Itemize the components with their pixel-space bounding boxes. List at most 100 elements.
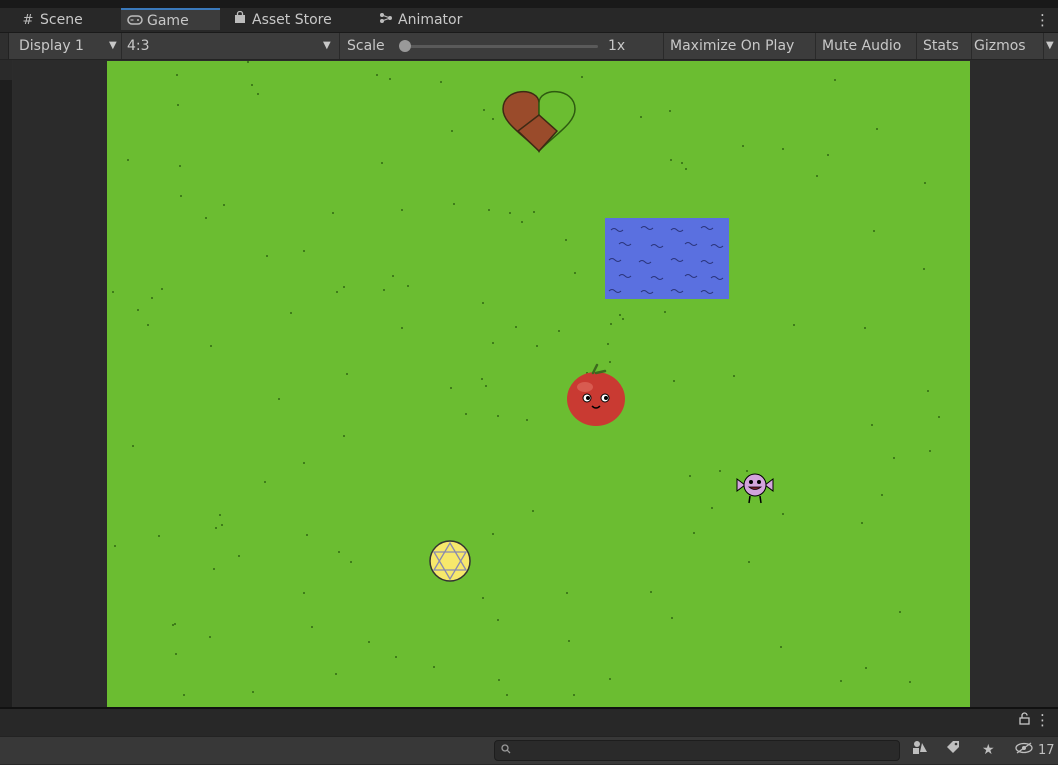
- grass-speck: [509, 212, 511, 214]
- grass-speck: [515, 326, 517, 328]
- grass-speck: [151, 297, 153, 299]
- grass-speck: [350, 561, 352, 563]
- grass-speck: [876, 128, 878, 130]
- tab-game[interactable]: Game: [121, 8, 220, 30]
- grass-speck: [205, 217, 207, 219]
- grass-speck: [793, 324, 795, 326]
- pentacle-coin-icon: [429, 540, 471, 582]
- bottom-toolbar: ★ 17: [0, 736, 1058, 764]
- grass-speck: [568, 640, 570, 642]
- grass-speck: [175, 653, 177, 655]
- grass-speck: [407, 285, 409, 287]
- grass-speck: [465, 413, 467, 415]
- grass-speck: [827, 154, 829, 156]
- label-tag-icon[interactable]: [946, 737, 960, 764]
- grass-speck: [238, 555, 240, 557]
- grass-speck: [536, 345, 538, 347]
- grass-speck: [176, 74, 178, 76]
- grass-speck: [392, 275, 394, 277]
- game-view-toolbar: Display 1 ▼ 4:3 ▼ Scale 1x Maximize On P…: [0, 33, 1058, 60]
- grass-speck: [252, 691, 254, 693]
- animator-icon: [378, 9, 394, 33]
- grass-speck: [840, 680, 842, 682]
- hidden-packages-eye-icon[interactable]: [1014, 737, 1034, 764]
- grass-speck: [336, 291, 338, 293]
- scale-slider-handle[interactable]: [399, 40, 411, 52]
- lock-icon[interactable]: [1019, 712, 1030, 729]
- favorite-star-icon[interactable]: ★: [982, 737, 995, 764]
- grass-speck: [433, 666, 435, 668]
- grass-speck: [251, 84, 253, 86]
- tab-animator[interactable]: Animator: [378, 8, 488, 32]
- search-icon: [501, 741, 511, 760]
- grass-speck: [685, 168, 687, 170]
- grass-speck: [669, 110, 671, 112]
- grass-speck: [574, 272, 576, 274]
- grass-speck: [389, 78, 391, 80]
- grass-speck: [748, 561, 750, 563]
- grass-speck: [492, 118, 494, 120]
- search-input[interactable]: [494, 740, 900, 761]
- grass-speck: [865, 667, 867, 669]
- window-top-strip: [0, 0, 1058, 8]
- gizmos-chevron-down-icon[interactable]: ▼: [1046, 33, 1054, 59]
- grass-speck: [497, 619, 499, 621]
- panel-menu-kebab-icon[interactable]: ⋮: [1035, 711, 1050, 729]
- grass-speck: [147, 324, 149, 326]
- grass-speck: [780, 646, 782, 648]
- grass-speck: [376, 74, 378, 76]
- grass-speck: [266, 255, 268, 257]
- grass-speck: [180, 195, 182, 197]
- grass-speck: [607, 343, 609, 345]
- grass-speck: [368, 641, 370, 643]
- grass-speck: [893, 457, 895, 459]
- grass-speck: [401, 327, 403, 329]
- grass-speck: [183, 694, 185, 696]
- scale-label: Scale: [347, 38, 385, 54]
- tab-menu-kebab-icon[interactable]: ⋮: [1035, 8, 1050, 32]
- stats-button[interactable]: Stats: [917, 33, 972, 59]
- grass-speck: [671, 617, 673, 619]
- maximize-on-play-button[interactable]: Maximize On Play: [664, 33, 816, 59]
- grass-speck: [923, 268, 925, 270]
- grass-speck: [127, 159, 129, 161]
- grass-speck: [343, 435, 345, 437]
- grass-speck: [346, 373, 348, 375]
- grass-speck: [861, 522, 863, 524]
- grass-speck: [881, 494, 883, 496]
- tab-scene[interactable]: # Scene: [20, 8, 116, 32]
- aspect-dropdown[interactable]: 4:3 ▼: [121, 33, 340, 59]
- grass-speck: [343, 286, 345, 288]
- left-panel-edge: [0, 60, 13, 707]
- grass-speck: [526, 419, 528, 421]
- grass-speck: [558, 330, 560, 332]
- grass-speck: [483, 109, 485, 111]
- grass-speck: [264, 481, 266, 483]
- tab-asset-store-label: Asset Store: [252, 12, 332, 28]
- gizmos-button[interactable]: Gizmos: [968, 33, 1044, 59]
- filter-by-type-icon[interactable]: [912, 737, 928, 764]
- grass-speck: [210, 345, 212, 347]
- game-view[interactable]: [107, 61, 970, 707]
- grass-speck: [573, 694, 575, 696]
- grass-speck: [492, 533, 494, 535]
- scale-slider-track[interactable]: [404, 45, 598, 48]
- grass-speck: [871, 424, 873, 426]
- grass-speck: [219, 514, 221, 516]
- mute-audio-button[interactable]: Mute Audio: [816, 33, 917, 59]
- aspect-dropdown-value: 4:3: [127, 38, 150, 54]
- grass-speck: [864, 327, 866, 329]
- grass-speck: [581, 76, 583, 78]
- grass-speck: [497, 415, 499, 417]
- heart-icon: [502, 90, 576, 153]
- grass-speck: [924, 182, 926, 184]
- chevron-down-icon: ▼: [323, 40, 331, 51]
- grass-speck: [873, 230, 875, 232]
- chevron-down-icon: ▼: [109, 40, 117, 51]
- tab-asset-store[interactable]: Asset Store: [232, 8, 362, 32]
- grass-speck: [137, 309, 139, 311]
- gamepad-icon: [127, 11, 143, 33]
- display-dropdown[interactable]: Display 1 ▼: [13, 33, 122, 59]
- grass-speck: [381, 162, 383, 164]
- grid-icon: #: [22, 13, 34, 28]
